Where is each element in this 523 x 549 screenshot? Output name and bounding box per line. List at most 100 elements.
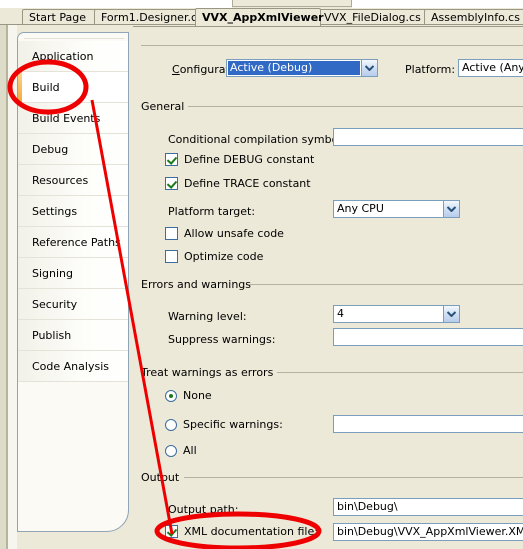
output-path-label-text: Output path:: [168, 503, 239, 516]
warning-level-label: Warning level:: [168, 310, 247, 323]
sidebar-item-label: Reference Paths: [32, 236, 121, 249]
platform-target-dropdown[interactable]: Any CPU: [333, 200, 460, 218]
properties-category-nav-panel: Application Build Build Events Debug Res…: [17, 32, 129, 532]
treat-warnings-as-errors-group-rule: [277, 372, 523, 373]
platform-dropdown[interactable]: Active (Any: [458, 59, 523, 77]
sidebar-item-label: Settings: [32, 205, 78, 218]
configuration-row-separator: [141, 45, 523, 46]
nav-panel-top-divider: [24, 38, 124, 39]
chevron-down-icon[interactable]: [443, 201, 459, 217]
platform-value: Active (Any: [462, 61, 523, 74]
editor-tab-bar: Start Page Form1.Designer.cs VVX_AppXmlV…: [0, 8, 523, 26]
chevron-down-icon[interactable]: [443, 306, 459, 322]
checkbox-icon[interactable]: [165, 227, 178, 240]
allow-unsafe-code-checkbox-row[interactable]: Allow unsafe code: [165, 227, 284, 240]
define-debug-constant-checkbox-row[interactable]: Define DEBUG constant: [165, 153, 314, 166]
output-path-input[interactable]: bin\Debug\: [333, 498, 523, 516]
tab-label: VVX_AppXmlViewer: [202, 11, 324, 24]
sidebar-item-publish[interactable]: Publish: [18, 320, 128, 351]
sidebar-item-label: Debug: [32, 143, 69, 156]
general-group-rule: [188, 106, 523, 107]
sidebar-item-label: Resources: [32, 174, 89, 187]
define-trace-constant-label: Define TRACE constant: [184, 177, 311, 190]
configuration-dropdown[interactable]: Active (Debug): [226, 59, 378, 77]
sidebar-item-security[interactable]: Security: [18, 289, 128, 320]
sidebar-item-settings[interactable]: Settings: [18, 196, 128, 227]
conditional-compilation-symbols-label: Conditional compilation symbols:: [168, 133, 351, 146]
tab-label: Start Page: [29, 11, 86, 24]
warning-level-value: 4: [337, 307, 344, 320]
sidebar-item-label: Publish: [32, 329, 72, 342]
sidebar-item-resources[interactable]: Resources: [18, 165, 128, 196]
treat-all-label: All: [183, 444, 197, 457]
tab-assemblyinfo-cs[interactable]: AssemblyInfo.cs: [424, 9, 523, 25]
platform-target-label-text: Platform target:: [168, 205, 256, 218]
radio-icon[interactable]: [165, 444, 177, 457]
sidebar-item-reference-paths[interactable]: Reference Paths: [18, 227, 128, 258]
conditional-compilation-symbols-label-text: Conditional compilation symbols:: [168, 133, 351, 146]
sidebar-item-build[interactable]: Build: [18, 72, 128, 103]
checkbox-icon[interactable]: [165, 153, 178, 166]
sidebar-item-label: Code Analysis: [32, 360, 109, 373]
output-group-header: Output: [141, 471, 179, 484]
treat-none-radio-row[interactable]: None: [165, 389, 212, 402]
general-group-header: General: [141, 100, 184, 113]
chevron-down-icon[interactable]: [361, 60, 377, 76]
sidebar-item-signing[interactable]: Signing: [18, 258, 128, 289]
define-trace-constant-checkbox-row[interactable]: Define TRACE constant: [165, 177, 311, 190]
general-group-header-text: General: [141, 100, 185, 113]
define-debug-constant-label: Define DEBUG constant: [184, 153, 315, 166]
top-strip-right-blank: [352, 0, 523, 8]
configuration-value: Active (Debug): [228, 61, 360, 75]
sidebar-item-application[interactable]: Application: [18, 41, 128, 72]
platform-target-value: Any CPU: [337, 202, 384, 215]
suppress-warnings-label: Suppress warnings:: [168, 333, 275, 346]
treat-none-label: None: [183, 389, 212, 402]
xml-documentation-file-checkbox-row[interactable]: XML documentation file:: [165, 525, 318, 538]
tab-vvx-filedialog-cs[interactable]: VVX_FileDialog.cs: [317, 9, 435, 25]
errors-and-warnings-group-header: Errors and warnings: [141, 278, 251, 291]
checkbox-icon[interactable]: [165, 177, 178, 190]
left-gutter-strip-inner: [8, 25, 17, 549]
sidebar-item-label: Signing: [32, 267, 74, 280]
tab-vvx-appxmlviewer[interactable]: VVX_AppXmlViewer: [195, 8, 324, 26]
warning-level-label-text: Warning level:: [168, 310, 247, 323]
top-strip: [0, 0, 523, 8]
warning-level-dropdown[interactable]: 4: [333, 305, 460, 323]
platform-target-label: Platform target:: [168, 205, 255, 218]
nav-list: Application Build Build Events Debug Res…: [18, 41, 128, 382]
conditional-compilation-symbols-input[interactable]: [333, 128, 523, 146]
checkbox-icon[interactable]: [165, 525, 178, 538]
treat-all-radio-row[interactable]: All: [165, 444, 197, 457]
xml-documentation-file-label: XML documentation file:: [184, 525, 318, 538]
errors-and-warnings-group-header-text: Errors and warnings: [141, 278, 252, 291]
treat-specific-warnings-radio-row[interactable]: Specific warnings:: [165, 418, 283, 431]
sidebar-item-debug[interactable]: Debug: [18, 134, 128, 165]
output-group-header-text: Output: [141, 471, 180, 484]
sidebar-item-label: Application: [32, 50, 94, 63]
allow-unsafe-code-label: Allow unsafe code: [184, 227, 284, 240]
platform-label-text: Platform:: [405, 63, 456, 76]
output-group-rule: [184, 477, 523, 478]
tab-label: AssemblyInfo.cs: [431, 11, 520, 24]
sidebar-item-label: Build: [32, 81, 60, 94]
radio-icon[interactable]: [165, 389, 177, 402]
sidebar-item-label: Build Events: [32, 112, 101, 125]
checkbox-icon[interactable]: [165, 250, 178, 263]
tab-label: VVX_FileDialog.cs: [324, 11, 421, 24]
specific-warnings-input[interactable]: [333, 415, 523, 433]
xml-documentation-file-input[interactable]: bin\Debug\VVX_AppXmlViewer.XML: [333, 523, 523, 541]
treat-specific-warnings-label: Specific warnings:: [183, 418, 283, 431]
visual-studio-project-properties-window: Start Page Form1.Designer.cs VVX_AppXmlV…: [0, 0, 523, 549]
sidebar-item-code-analysis[interactable]: Code Analysis: [18, 351, 128, 382]
suppress-warnings-input[interactable]: [333, 328, 523, 346]
sidebar-item-build-events[interactable]: Build Events: [18, 103, 128, 134]
tab-label: Form1.Designer.cs: [101, 11, 203, 24]
optimize-code-checkbox-row[interactable]: Optimize code: [165, 250, 263, 263]
suppress-warnings-label-text: Suppress warnings:: [168, 333, 276, 346]
radio-icon[interactable]: [165, 418, 177, 431]
toolbar-dropdown-sliver[interactable]: [232, 0, 352, 7]
errors-and-warnings-group-rule: [249, 284, 523, 285]
output-path-label: Output path:: [168, 503, 238, 516]
sidebar-item-label: Security: [32, 298, 78, 311]
